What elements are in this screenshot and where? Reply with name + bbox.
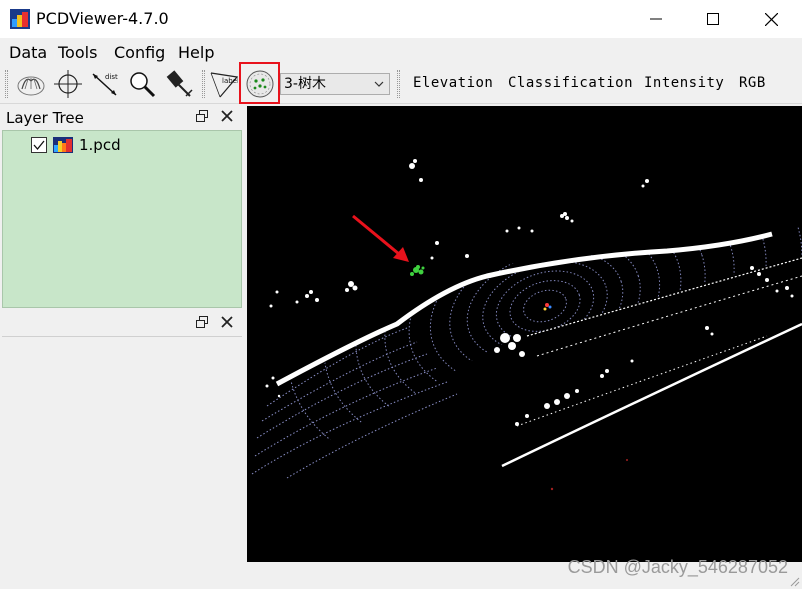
chevron-down-icon (374, 81, 384, 87)
layer-checkbox[interactable] (31, 137, 47, 153)
zoom-button[interactable] (125, 67, 158, 100)
close-button[interactable] (742, 0, 800, 38)
menu-tools[interactable]: Tools (58, 43, 97, 62)
menu-bar: Data Tools Config Help (0, 38, 802, 64)
close-icon[interactable] (221, 110, 233, 122)
tool-highlight-box (239, 62, 280, 104)
intensity-button[interactable]: Intensity (644, 75, 724, 91)
distance-button[interactable]: dist (88, 67, 121, 100)
title-bar: PCDViewer-4.7.0 (0, 0, 802, 38)
secondary-dock (0, 312, 243, 589)
distance-text: dist (105, 73, 118, 81)
layer-tree-dock: Layer Tree 1.pcd (0, 106, 243, 308)
label-button[interactable]: label (206, 67, 239, 100)
brush-icon (166, 69, 193, 97)
menu-help[interactable]: Help (178, 43, 214, 62)
crosshair-icon (53, 69, 82, 98)
maximize-icon (707, 13, 719, 25)
crosshair-button[interactable] (51, 67, 84, 100)
menu-config[interactable]: Config (114, 43, 165, 62)
point-view-icon (17, 76, 44, 95)
point-cloud-render (247, 106, 802, 562)
app-icon (10, 9, 30, 29)
maximize-button[interactable] (684, 0, 742, 38)
point-cloud-viewport[interactable] (247, 106, 802, 562)
toolbar: dist label 3-树木 Elevation Classification… (0, 64, 802, 104)
app-window: PCDViewer-4.7.0 Data Tools Config Help d… (0, 0, 802, 589)
window-title: PCDViewer-4.7.0 (36, 9, 169, 28)
toolbar-grip[interactable] (5, 70, 8, 98)
watermark: CSDN @Jacky_546287052 (567, 557, 788, 577)
close-icon[interactable] (221, 316, 233, 328)
distance-icon: dist (91, 73, 118, 96)
menu-data[interactable]: Data (9, 43, 47, 62)
toolbar-grip[interactable] (202, 70, 205, 98)
resize-grip-icon[interactable] (788, 575, 800, 587)
classification-button[interactable]: Classification (508, 75, 633, 91)
layer-item[interactable]: 1.pcd (31, 135, 121, 155)
close-icon (764, 12, 778, 26)
label-icon: label (210, 71, 238, 97)
minimize-button[interactable] (627, 0, 685, 38)
float-icon[interactable] (196, 110, 208, 122)
class-select[interactable]: 3-树木 (280, 73, 390, 95)
secondary-dock-header (0, 312, 243, 334)
float-icon[interactable] (196, 316, 208, 328)
brush-button[interactable] (162, 67, 195, 100)
label-text: label (222, 77, 238, 85)
zoom-icon (129, 71, 155, 97)
minimize-icon (650, 18, 662, 20)
toolbar-grip[interactable] (397, 70, 400, 98)
secondary-dock-body (2, 336, 242, 589)
elevation-button[interactable]: Elevation (413, 75, 493, 91)
point-cloud-icon (53, 137, 73, 153)
layer-name: 1.pcd (79, 136, 121, 154)
layer-tree-title: Layer Tree (6, 109, 84, 127)
class-select-value: 3-树木 (284, 76, 326, 92)
rgb-button[interactable]: RGB (739, 75, 766, 91)
checkmark-icon (33, 140, 45, 151)
point-view-button[interactable] (14, 67, 47, 100)
layer-tree-panel: 1.pcd (2, 130, 242, 308)
layer-tree-header: Layer Tree (0, 106, 243, 128)
